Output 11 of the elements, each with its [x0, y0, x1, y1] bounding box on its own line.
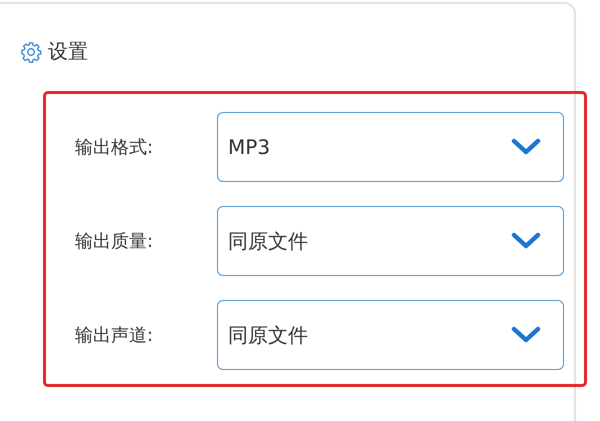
- dropdown[interactable]: 同原文件: [217, 300, 564, 370]
- dropdown[interactable]: MP3: [217, 112, 564, 182]
- chevron-down-icon: [511, 138, 541, 156]
- field-label: 输出声道:: [75, 324, 154, 347]
- field-label: 输出质量:: [75, 230, 154, 253]
- field-label: 输出格式:: [75, 136, 154, 159]
- dropdown[interactable]: 同原文件: [217, 206, 564, 276]
- chevron-down-icon: [511, 232, 541, 250]
- chevron-down-icon: [511, 326, 541, 344]
- panel-title: 设置: [48, 38, 88, 65]
- settings-icon: [20, 40, 42, 62]
